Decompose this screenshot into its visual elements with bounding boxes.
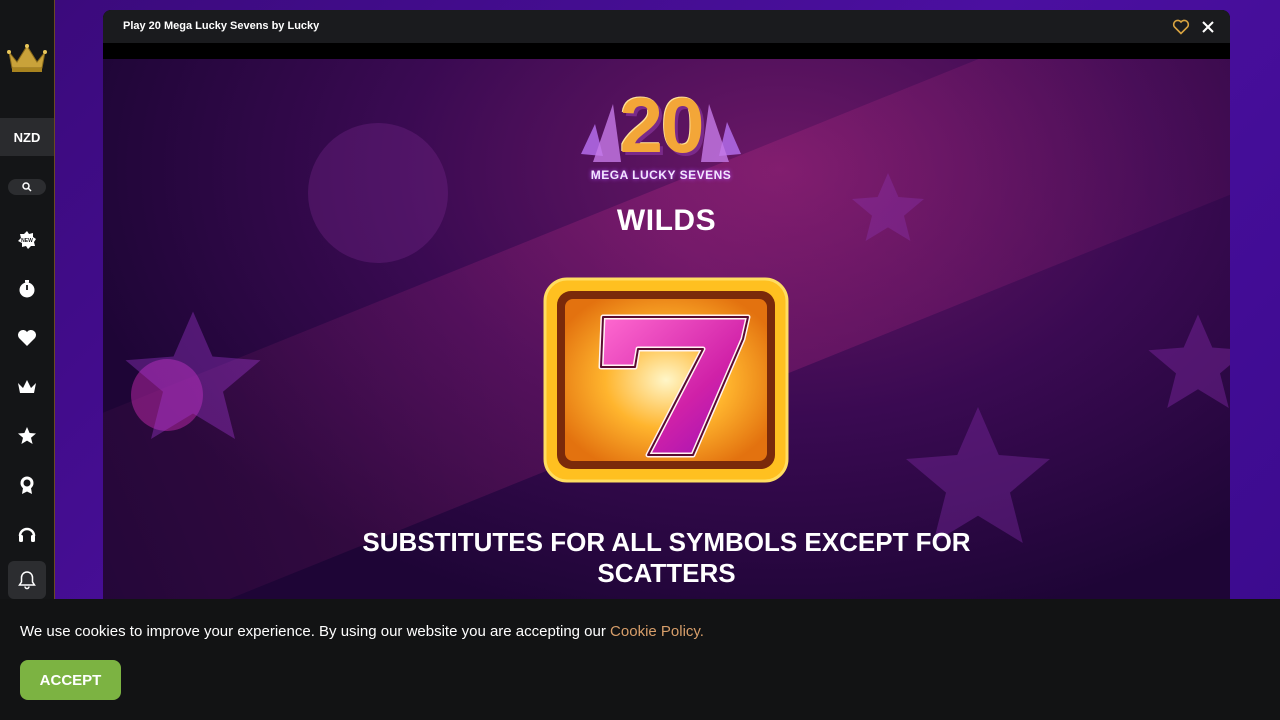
background-star [125,311,261,439]
background-star [1148,314,1230,408]
background-bubble [308,123,448,263]
accept-cookies-button[interactable]: ACCEPT [20,660,121,700]
close-icon [1202,21,1214,33]
new-badge-icon: NEW [18,231,36,249]
top-games-button[interactable] [14,423,40,449]
game-titlebar: Play 20 Mega Lucky Sevens by Lucky [103,10,1230,43]
new-games-button[interactable]: NEW [14,227,40,253]
section-title: WILDS [616,204,717,237]
favorite-button[interactable] [1172,18,1190,36]
search-button[interactable] [8,179,46,195]
close-button[interactable] [1199,18,1217,36]
wild-description: SUBSTITUTES FOR ALL SYMBOLS EXCEPT FOR S… [103,527,1230,589]
cookie-message: We use cookies to improve your experienc… [20,623,704,640]
crown-icon [18,380,36,393]
vip-button[interactable] [14,374,40,400]
timer-icon [19,280,35,298]
heart-outline-icon [1172,19,1190,35]
wild-seven-symbol [543,277,789,483]
award-icon [20,476,34,494]
cookie-policy-link[interactable]: Cookie Policy. [610,623,704,640]
logo-subtitle: MEGA LUCKY SEVENS [590,168,732,182]
notifications-button[interactable] [8,561,46,599]
crown-logo-icon[interactable] [6,42,48,74]
support-button[interactable] [14,521,40,547]
search-icon [22,182,32,192]
description-line-2: SCATTERS [597,558,736,588]
currency-selector[interactable]: NZD [0,118,54,156]
game-window: Play 20 Mega Lucky Sevens by Lucky 20 ME… [103,10,1230,610]
headset-icon [18,527,36,542]
bell-icon [18,571,36,590]
game-frame[interactable]: 20 MEGA LUCKY SEVENS WILDS SUBSTITUTES F… [103,59,1230,610]
recent-games-button[interactable] [14,276,40,302]
cookie-banner: We use cookies to improve your experienc… [0,599,1280,720]
game-title: Play 20 Mega Lucky Sevens by Lucky [123,20,320,32]
promotions-button[interactable] [14,472,40,498]
description-line-1: SUBSTITUTES FOR ALL SYMBOLS EXCEPT FOR [362,527,971,557]
logo-number: 20 [619,81,705,169]
favorites-button[interactable] [14,325,40,351]
heart-icon [18,330,36,346]
svg-text:NEW: NEW [21,238,33,244]
star-icon [18,427,36,444]
game-logo: 20 MEGA LUCKY SEVENS [573,81,749,188]
cookie-text: We use cookies to improve your experienc… [20,623,611,640]
